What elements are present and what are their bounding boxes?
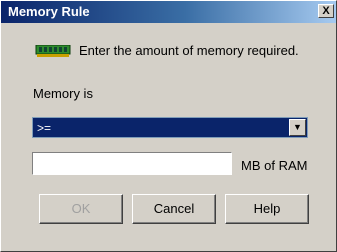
instruction-row: Enter the amount of memory required. — [35, 43, 299, 58]
chevron-down-icon[interactable]: ▼ — [289, 119, 306, 136]
ram-amount-input[interactable] — [32, 152, 232, 175]
operator-select[interactable]: >= ▼ — [32, 117, 308, 138]
operator-select-value: >= — [37, 121, 52, 135]
ok-button[interactable]: OK — [39, 194, 123, 224]
close-button[interactable]: X — [318, 4, 334, 18]
memory-rule-dialog: Memory Rule X Enter the amount of memory… — [0, 0, 337, 252]
dialog-title: Memory Rule — [8, 4, 90, 19]
memory-is-label: Memory is — [33, 86, 93, 101]
cancel-button[interactable]: Cancel — [132, 194, 216, 224]
ram-unit-label: MB of RAM — [241, 158, 308, 173]
title-bar: Memory Rule X — [1, 1, 336, 23]
help-button[interactable]: Help — [225, 194, 309, 224]
instruction-text: Enter the amount of memory required. — [79, 43, 299, 58]
memory-chip-icon — [35, 44, 71, 57]
